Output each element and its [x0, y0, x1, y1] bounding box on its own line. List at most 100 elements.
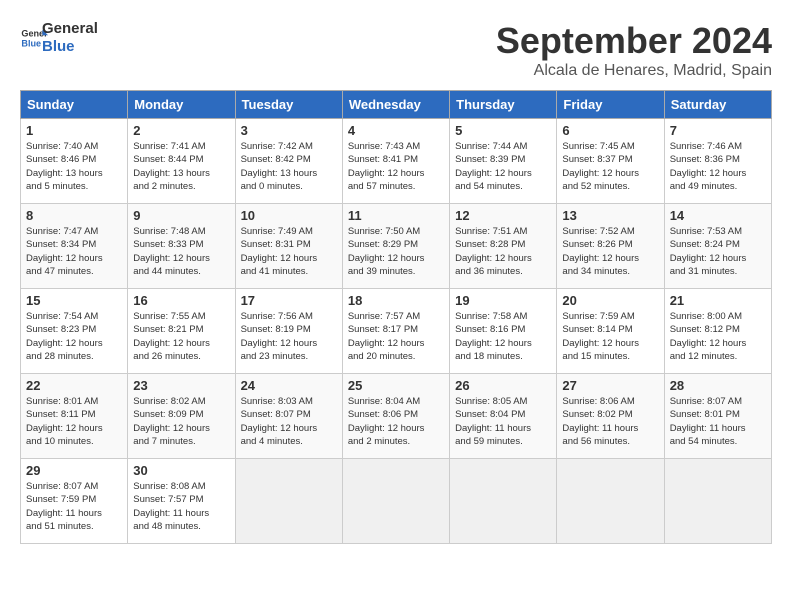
- calendar-cell: [235, 459, 342, 544]
- day-info: Sunrise: 7:59 AM Sunset: 8:14 PM Dayligh…: [562, 310, 658, 363]
- day-info: Sunrise: 7:40 AM Sunset: 8:46 PM Dayligh…: [26, 140, 122, 193]
- day-number: 1: [26, 123, 122, 138]
- day-info: Sunrise: 7:54 AM Sunset: 8:23 PM Dayligh…: [26, 310, 122, 363]
- day-info: Sunrise: 7:48 AM Sunset: 8:33 PM Dayligh…: [133, 225, 229, 278]
- day-info: Sunrise: 7:44 AM Sunset: 8:39 PM Dayligh…: [455, 140, 551, 193]
- calendar-cell: 11 Sunrise: 7:50 AM Sunset: 8:29 PM Dayli…: [342, 204, 449, 289]
- calendar-cell: 4Sunrise: 7:43 AM Sunset: 8:41 PM Daylig…: [342, 119, 449, 204]
- calendar-cell: 28Sunrise: 8:07 AM Sunset: 8:01 PM Dayli…: [664, 374, 771, 459]
- day-header-saturday: Saturday: [664, 91, 771, 119]
- location-subtitle: Alcala de Henares, Madrid, Spain: [496, 62, 772, 80]
- day-number: 3: [241, 123, 337, 138]
- logo-line1: General: [42, 20, 98, 38]
- day-info: Sunrise: 7:50 AM Sunset: 8:29 PM Dayligh…: [348, 225, 444, 278]
- day-header-friday: Friday: [557, 91, 664, 119]
- day-info: Sunrise: 7:41 AM Sunset: 8:44 PM Dayligh…: [133, 140, 229, 193]
- calendar-week-row: 15 Sunrise: 7:54 AM Sunset: 8:23 PM Dayli…: [21, 289, 772, 374]
- day-info: Sunrise: 8:08 AM Sunset: 7:57 PM Dayligh…: [133, 480, 229, 533]
- calendar-cell: 22 Sunrise: 8:01 AM Sunset: 8:11 PM Dayli…: [21, 374, 128, 459]
- calendar-cell: 7 Sunrise: 7:46 AM Sunset: 8:36 PM Daylig…: [664, 119, 771, 204]
- day-info: Sunrise: 8:02 AM Sunset: 8:09 PM Dayligh…: [133, 395, 229, 448]
- day-info: Sunrise: 7:43 AM Sunset: 8:41 PM Dayligh…: [348, 140, 444, 193]
- day-number: 5: [455, 123, 551, 138]
- day-info: Sunrise: 7:53 AM Sunset: 8:24 PM Dayligh…: [670, 225, 766, 278]
- day-number: 24: [241, 378, 337, 393]
- day-info: Sunrise: 7:47 AM Sunset: 8:34 PM Dayligh…: [26, 225, 122, 278]
- day-number: 25: [348, 378, 444, 393]
- calendar-cell: 2 Sunrise: 7:41 AM Sunset: 8:44 PM Daylig…: [128, 119, 235, 204]
- day-info: Sunrise: 7:56 AM Sunset: 8:19 PM Dayligh…: [241, 310, 337, 363]
- day-info: Sunrise: 7:51 AM Sunset: 8:28 PM Dayligh…: [455, 225, 551, 278]
- day-number: 10: [241, 208, 337, 223]
- day-number: 8: [26, 208, 122, 223]
- day-info: Sunrise: 7:46 AM Sunset: 8:36 PM Dayligh…: [670, 140, 766, 193]
- calendar-title: September 2024: [496, 20, 772, 62]
- calendar-cell: [664, 459, 771, 544]
- day-number: 7: [670, 123, 766, 138]
- day-number: 16: [133, 293, 229, 308]
- calendar-cell: 18 Sunrise: 7:57 AM Sunset: 8:17 PM Dayli…: [342, 289, 449, 374]
- calendar-header-row: SundayMondayTuesdayWednesdayThursdayFrid…: [21, 91, 772, 119]
- day-info: Sunrise: 7:49 AM Sunset: 8:31 PM Dayligh…: [241, 225, 337, 278]
- day-header-wednesday: Wednesday: [342, 91, 449, 119]
- day-info: Sunrise: 8:07 AM Sunset: 7:59 PM Dayligh…: [26, 480, 122, 533]
- day-number: 14: [670, 208, 766, 223]
- day-number: 22: [26, 378, 122, 393]
- day-number: 19: [455, 293, 551, 308]
- day-number: 27: [562, 378, 658, 393]
- day-number: 12: [455, 208, 551, 223]
- calendar-cell: 29 Sunrise: 8:07 AM Sunset: 7:59 PM Dayli…: [21, 459, 128, 544]
- title-section: September 2024 Alcala de Henares, Madrid…: [496, 20, 772, 80]
- day-number: 17: [241, 293, 337, 308]
- day-number: 18: [348, 293, 444, 308]
- calendar-cell: 3 Sunrise: 7:42 AM Sunset: 8:42 PM Daylig…: [235, 119, 342, 204]
- day-number: 11: [348, 208, 444, 223]
- day-info: Sunrise: 8:03 AM Sunset: 8:07 PM Dayligh…: [241, 395, 337, 448]
- calendar-cell: [342, 459, 449, 544]
- calendar-cell: 27 Sunrise: 8:06 AM Sunset: 8:02 PM Dayli…: [557, 374, 664, 459]
- day-number: 23: [133, 378, 229, 393]
- day-info: Sunrise: 8:05 AM Sunset: 8:04 PM Dayligh…: [455, 395, 551, 448]
- calendar-cell: 15 Sunrise: 7:54 AM Sunset: 8:23 PM Dayli…: [21, 289, 128, 374]
- day-info: Sunrise: 7:52 AM Sunset: 8:26 PM Dayligh…: [562, 225, 658, 278]
- day-number: 13: [562, 208, 658, 223]
- day-header-monday: Monday: [128, 91, 235, 119]
- day-info: Sunrise: 8:06 AM Sunset: 8:02 PM Dayligh…: [562, 395, 658, 448]
- calendar-cell: 1 Sunrise: 7:40 AM Sunset: 8:46 PM Daylig…: [21, 119, 128, 204]
- calendar-week-row: 1 Sunrise: 7:40 AM Sunset: 8:46 PM Daylig…: [21, 119, 772, 204]
- day-number: 15: [26, 293, 122, 308]
- day-number: 29: [26, 463, 122, 478]
- day-info: Sunrise: 7:58 AM Sunset: 8:16 PM Dayligh…: [455, 310, 551, 363]
- day-info: Sunrise: 7:57 AM Sunset: 8:17 PM Dayligh…: [348, 310, 444, 363]
- calendar-cell: 12 Sunrise: 7:51 AM Sunset: 8:28 PM Dayli…: [450, 204, 557, 289]
- calendar-cell: 9 Sunrise: 7:48 AM Sunset: 8:33 PM Daylig…: [128, 204, 235, 289]
- day-number: 21: [670, 293, 766, 308]
- day-info: Sunrise: 7:55 AM Sunset: 8:21 PM Dayligh…: [133, 310, 229, 363]
- calendar-cell: 6Sunrise: 7:45 AM Sunset: 8:37 PM Daylig…: [557, 119, 664, 204]
- calendar-cell: 13 Sunrise: 7:52 AM Sunset: 8:26 PM Dayli…: [557, 204, 664, 289]
- calendar-table: SundayMondayTuesdayWednesdayThursdayFrid…: [20, 90, 772, 544]
- calendar-cell: 17 Sunrise: 7:56 AM Sunset: 8:19 PM Dayli…: [235, 289, 342, 374]
- day-number: 30: [133, 463, 229, 478]
- page-header: General Blue General Blue September 2024…: [20, 20, 772, 80]
- logo-line2: Blue: [42, 38, 98, 56]
- day-number: 28: [670, 378, 766, 393]
- calendar-cell: 23 Sunrise: 8:02 AM Sunset: 8:09 PM Dayli…: [128, 374, 235, 459]
- day-number: 2: [133, 123, 229, 138]
- calendar-cell: 25 Sunrise: 8:04 AM Sunset: 8:06 PM Dayli…: [342, 374, 449, 459]
- day-info: Sunrise: 7:42 AM Sunset: 8:42 PM Dayligh…: [241, 140, 337, 193]
- calendar-cell: 21 Sunrise: 8:00 AM Sunset: 8:12 PM Dayli…: [664, 289, 771, 374]
- day-info: Sunrise: 8:01 AM Sunset: 8:11 PM Dayligh…: [26, 395, 122, 448]
- day-number: 9: [133, 208, 229, 223]
- calendar-cell: 5 Sunrise: 7:44 AM Sunset: 8:39 PM Daylig…: [450, 119, 557, 204]
- calendar-week-row: 8 Sunrise: 7:47 AM Sunset: 8:34 PM Daylig…: [21, 204, 772, 289]
- calendar-cell: 30 Sunrise: 8:08 AM Sunset: 7:57 PM Dayli…: [128, 459, 235, 544]
- calendar-cell: [450, 459, 557, 544]
- calendar-cell: 8 Sunrise: 7:47 AM Sunset: 8:34 PM Daylig…: [21, 204, 128, 289]
- day-info: Sunrise: 8:04 AM Sunset: 8:06 PM Dayligh…: [348, 395, 444, 448]
- calendar-cell: 14 Sunrise: 7:53 AM Sunset: 8:24 PM Dayli…: [664, 204, 771, 289]
- calendar-week-row: 22 Sunrise: 8:01 AM Sunset: 8:11 PM Dayli…: [21, 374, 772, 459]
- calendar-cell: [557, 459, 664, 544]
- day-info: Sunrise: 8:00 AM Sunset: 8:12 PM Dayligh…: [670, 310, 766, 363]
- calendar-body: 1 Sunrise: 7:40 AM Sunset: 8:46 PM Daylig…: [21, 119, 772, 544]
